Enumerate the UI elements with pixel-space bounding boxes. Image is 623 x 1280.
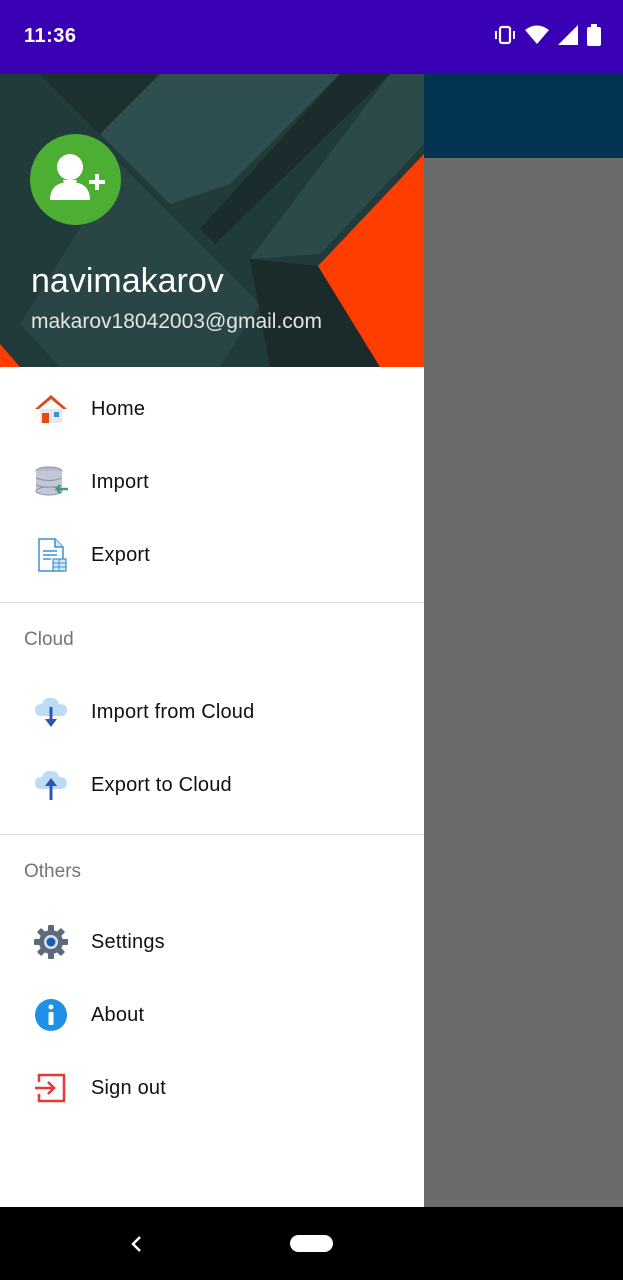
drawer-username: navimakarov <box>31 262 224 300</box>
menu-item-export[interactable]: Export <box>0 519 424 592</box>
info-icon <box>35 999 67 1031</box>
menu-item-sign-out[interactable]: Sign out <box>0 1052 424 1125</box>
menu-item-label: Home <box>91 398 146 420</box>
battery-icon <box>587 24 601 46</box>
menu-item-about[interactable]: About <box>0 979 424 1052</box>
menu-item-label: Import <box>91 471 149 493</box>
add-user-icon <box>50 154 105 200</box>
cloud-download-icon <box>35 697 67 727</box>
status-bar: 11:36 <box>0 0 623 74</box>
menu-item-import-from-cloud[interactable]: Import from Cloud <box>0 676 424 749</box>
cloud-upload-icon <box>35 770 67 800</box>
vibrate-icon <box>495 25 515 45</box>
main-menu: Home Import Export <box>0 367 424 592</box>
drawer-header: navimakarov makarov18042003@gmail.com <box>0 74 424 367</box>
menu-item-import[interactable]: Import <box>0 446 424 519</box>
document-export-icon <box>38 538 67 572</box>
system-nav-bar <box>0 1207 623 1280</box>
signal-icon <box>558 25 578 45</box>
home-icon <box>35 395 67 423</box>
menu-item-label: About <box>91 1004 145 1026</box>
status-time: 11:36 <box>24 25 77 47</box>
home-pill-button[interactable] <box>290 1235 333 1252</box>
menu-item-label: Export to Cloud <box>91 774 232 796</box>
drawer-email: makarov18042003@gmail.com <box>31 310 322 333</box>
database-import-icon <box>35 466 68 496</box>
status-icons <box>494 24 601 46</box>
section-title-others: Others <box>0 835 424 900</box>
menu-item-settings[interactable]: Settings <box>0 906 424 979</box>
menu-item-label: Export <box>91 544 151 566</box>
avatar[interactable] <box>30 134 121 225</box>
menu-spacer <box>0 592 424 602</box>
menu-item-label: Settings <box>91 931 165 953</box>
back-icon[interactable] <box>124 1229 148 1259</box>
wifi-icon <box>525 25 549 44</box>
section-title-text: Others <box>24 861 82 882</box>
section-title-text: Cloud <box>24 629 74 650</box>
app-bar <box>424 74 623 158</box>
menu-item-export-to-cloud[interactable]: Export to Cloud <box>0 749 424 822</box>
menu-item-label: Sign out <box>91 1077 166 1099</box>
drawer-scrim[interactable] <box>424 158 623 1207</box>
menu-item-home[interactable]: Home <box>0 373 424 446</box>
section-title-cloud: Cloud <box>0 603 424 668</box>
navigation-drawer: navimakarov makarov18042003@gmail.com Ho… <box>0 74 424 1207</box>
gear-icon <box>34 925 68 959</box>
menu-item-label: Import from Cloud <box>91 701 255 723</box>
sign-out-icon <box>35 1073 66 1103</box>
menu-spacer <box>0 822 424 834</box>
